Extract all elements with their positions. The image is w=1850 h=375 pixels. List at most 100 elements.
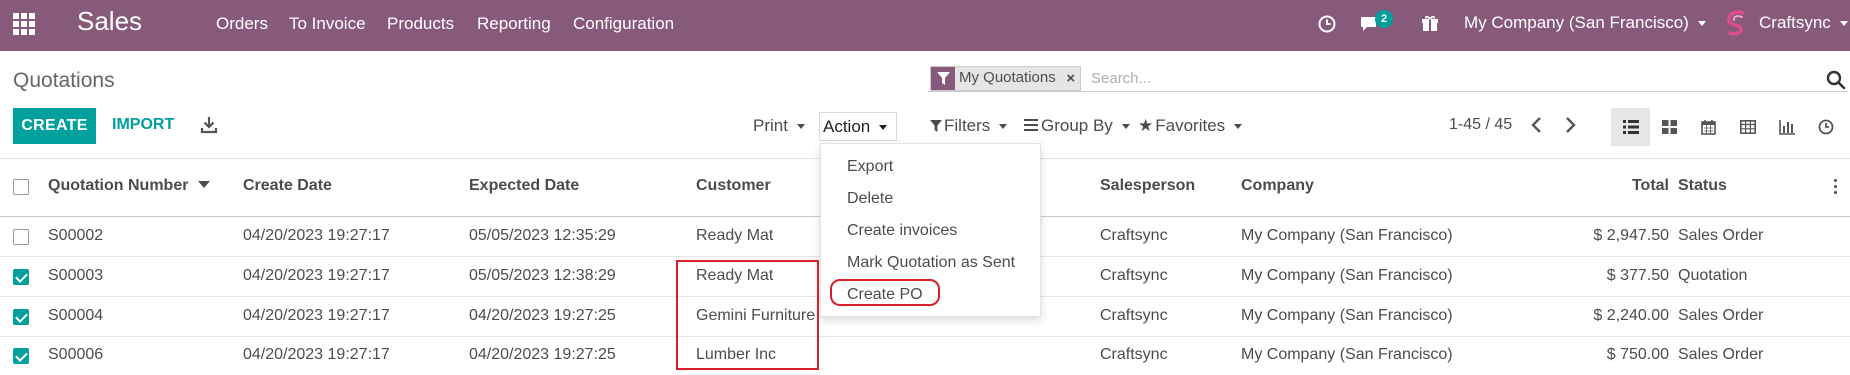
cell-status: Sales Order [1678,346,1764,363]
row-checkbox[interactable] [13,348,29,364]
chevron-down-icon [796,124,805,130]
cell-quotation-number: S00004 [48,307,104,324]
chevron-down-icon [879,125,888,131]
cell-create-date: 04/20/2023 19:27:17 [243,307,390,324]
kebab-icon[interactable] [1834,179,1838,197]
cell-expected-date: 04/20/2023 19:27:25 [469,346,616,363]
highlight-create-po [830,279,940,306]
cell-salesperson: Craftsync [1100,346,1168,363]
row-checkbox[interactable] [13,229,29,245]
import-button[interactable]: IMPORT [112,116,174,134]
column-customer[interactable]: Customer [696,177,771,195]
chevron-down-icon [1121,124,1130,130]
group-by-label: Group By [1041,116,1113,135]
chevron-right-icon[interactable] [1563,116,1581,136]
search-underline [928,91,1848,92]
pager-value[interactable]: 1-45 / 45 [1449,116,1512,134]
sort-desc-icon [197,181,210,188]
menu-item-mark-quotation-sent[interactable]: Mark Quotation as Sent [847,254,1015,272]
filter-icon [930,120,942,132]
column-company[interactable]: Company [1241,177,1314,195]
chevron-down-icon [1697,21,1706,27]
menu-orders[interactable]: Orders [216,14,268,34]
create-button[interactable]: CREATE [13,108,96,144]
gift-icon[interactable] [1419,12,1441,36]
group-by-dropdown[interactable]: Group By [1024,116,1130,136]
group-icon [1024,119,1038,131]
cell-quotation-number: S00003 [48,267,104,284]
chat-icon[interactable]: 2 [1359,10,1393,36]
messages-badge: 2 [1375,10,1393,28]
column-total[interactable]: Total [1580,177,1669,195]
print-label: Print [753,116,788,135]
column-create-date[interactable]: Create Date [243,177,332,195]
column-status[interactable]: Status [1678,177,1727,195]
clock-icon[interactable] [1316,12,1338,36]
app-name[interactable]: Sales [77,6,142,37]
cell-total: $ 750.00 [1606,346,1669,363]
favorites-label: Favorites [1155,116,1226,135]
menu-item-create-invoices[interactable]: Create invoices [847,222,957,240]
highlight-selected-customers [676,260,819,370]
row-checkbox[interactable] [13,309,29,325]
download-icon[interactable] [200,116,218,134]
company-switcher[interactable]: My Company (San Francisco) [1464,13,1706,33]
column-quotation-number[interactable]: Quotation Number [48,177,210,195]
company-name: My Company (San Francisco) [1464,13,1689,32]
cell-total: $ 377.50 [1606,267,1669,284]
cell-total: $ 2,947.50 [1593,227,1669,244]
menu-configuration[interactable]: Configuration [573,14,674,34]
cell-company: My Company (San Francisco) [1241,267,1453,284]
activity-view-icon[interactable] [1806,108,1845,146]
apps-grid-icon[interactable] [13,13,35,35]
craftsync-logo-icon [1722,10,1750,36]
chevron-down-icon [1839,21,1848,27]
cell-company: My Company (San Francisco) [1241,227,1453,244]
action-dropdown[interactable]: Action [819,112,897,141]
list-view-icon[interactable] [1611,108,1650,146]
close-icon[interactable]: × [1062,67,1080,90]
search-input[interactable] [1087,64,1815,92]
select-all-checkbox[interactable] [13,179,29,195]
cell-create-date: 04/20/2023 19:27:17 [243,346,390,363]
star-icon: ★ [1138,116,1154,135]
filter-icon [931,67,955,90]
cell-status: Sales Order [1678,227,1764,244]
cell-company: My Company (San Francisco) [1241,346,1453,363]
breadcrumb: Quotations [13,69,115,92]
column-salesperson[interactable]: Salesperson [1100,177,1195,195]
menu-reporting[interactable]: Reporting [477,14,551,34]
pivot-view-icon[interactable] [1728,108,1767,146]
cell-customer: Ready Mat [696,227,774,244]
menu-to-invoice[interactable]: To Invoice [289,14,366,34]
search-icon[interactable] [1826,70,1846,90]
user-menu[interactable]: Craftsync [1759,13,1848,33]
cell-quotation-number: S00006 [48,346,104,363]
table-row[interactable]: S00006 04/20/2023 19:27:17 04/20/2023 19:2… [0,336,1850,375]
calendar-view-icon[interactable] [1689,108,1728,146]
cell-expected-date: 04/20/2023 19:27:25 [469,307,616,324]
cell-create-date: 04/20/2023 19:27:17 [243,267,390,284]
graph-view-icon[interactable] [1767,108,1806,146]
chevron-left-icon[interactable] [1530,116,1548,136]
action-label: Action [823,117,871,136]
cell-create-date: 04/20/2023 19:27:17 [243,227,390,244]
cell-company: My Company (San Francisco) [1241,307,1453,324]
favorites-dropdown[interactable]: ★ Favorites [1138,116,1243,136]
menu-item-export[interactable]: Export [847,158,893,176]
column-label: Quotation Number [48,177,189,194]
top-navbar: Sales Orders To Invoice Products Reporti… [0,0,1850,51]
print-dropdown[interactable]: Print [753,116,805,136]
chevron-down-icon [999,124,1008,130]
menu-item-delete[interactable]: Delete [847,190,893,208]
menu-products[interactable]: Products [387,14,454,34]
chevron-down-icon [1234,124,1243,130]
kanban-view-icon[interactable] [1650,108,1689,146]
search-facet: My Quotations × [930,66,1081,91]
filters-dropdown[interactable]: Filters [930,116,1008,136]
cell-total: $ 2,240.00 [1593,307,1669,324]
row-checkbox[interactable] [13,269,29,285]
cell-salesperson: Craftsync [1100,267,1168,284]
cell-expected-date: 05/05/2023 12:38:29 [469,267,616,284]
column-expected-date[interactable]: Expected Date [469,177,579,195]
